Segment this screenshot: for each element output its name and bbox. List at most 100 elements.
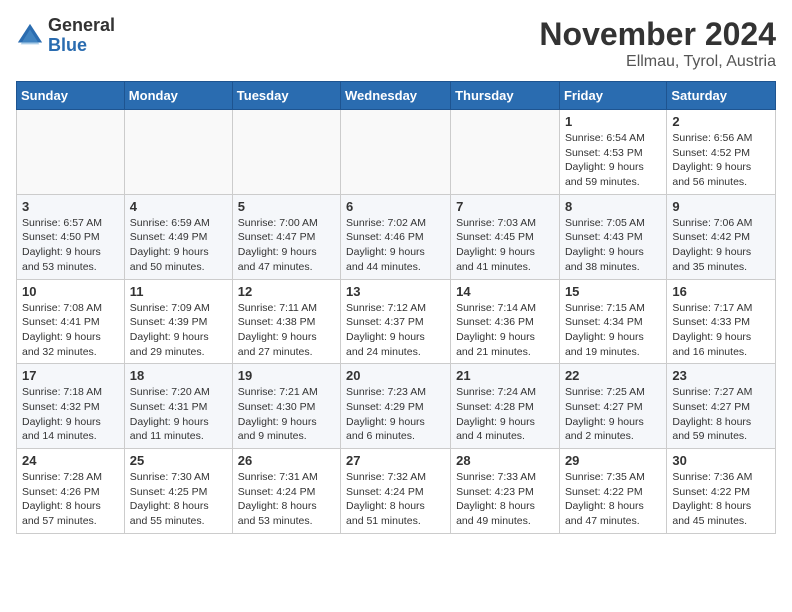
day-number: 29 <box>565 453 661 468</box>
logo-blue-text: Blue <box>48 36 115 56</box>
calendar-cell: 1 Sunrise: 6:54 AM Sunset: 4:53 PM Daylig… <box>559 110 666 195</box>
calendar-cell <box>124 110 232 195</box>
day-number: 16 <box>672 284 770 299</box>
logo: General Blue <box>16 16 115 56</box>
day-detail: Sunrise: 7:31 AM Sunset: 4:24 PM Dayligh… <box>238 470 335 529</box>
calendar-cell: 11Sunrise: 7:09 AM Sunset: 4:39 PM Dayli… <box>124 279 232 364</box>
calendar-cell: 29 Sunrise: 7:35 AM Sunset: 4:22 PM Dayli… <box>559 449 666 534</box>
calendar-cell: 3 Sunrise: 6:57 AM Sunset: 4:50 PM Daylig… <box>17 194 125 279</box>
day-detail: Sunrise: 7:20 AM Sunset: 4:31 PM Dayligh… <box>130 385 227 444</box>
calendar-cell: 26 Sunrise: 7:31 AM Sunset: 4:24 PM Dayli… <box>232 449 340 534</box>
calendar-cell: 24 Sunrise: 7:28 AM Sunset: 4:26 PM Dayli… <box>17 449 125 534</box>
weekday-header: Thursday <box>451 82 560 110</box>
day-number: 27 <box>346 453 445 468</box>
weekday-header: Monday <box>124 82 232 110</box>
day-number: 3 <box>22 199 119 214</box>
day-detail: Sunrise: 6:57 AM Sunset: 4:50 PM Dayligh… <box>22 216 119 275</box>
day-detail: Sunrise: 7:14 AM Sunset: 4:36 PM Dayligh… <box>456 301 554 360</box>
calendar-cell: 12 Sunrise: 7:11 AM Sunset: 4:38 PM Dayli… <box>232 279 340 364</box>
day-detail: Sunrise: 7:33 AM Sunset: 4:23 PM Dayligh… <box>456 470 554 529</box>
calendar-cell: 22Sunrise: 7:25 AM Sunset: 4:27 PM Dayli… <box>559 364 666 449</box>
calendar-cell <box>341 110 451 195</box>
day-number: 19 <box>238 368 335 383</box>
day-detail: Sunrise: 7:21 AM Sunset: 4:30 PM Dayligh… <box>238 385 335 444</box>
calendar-week-row: 1 Sunrise: 6:54 AM Sunset: 4:53 PM Daylig… <box>17 110 776 195</box>
day-number: 7 <box>456 199 554 214</box>
day-detail: Sunrise: 7:00 AM Sunset: 4:47 PM Dayligh… <box>238 216 335 275</box>
calendar-cell <box>232 110 340 195</box>
title-block: November 2024 Ellmau, Tyrol, Austria <box>539 16 776 71</box>
day-detail: Sunrise: 7:24 AM Sunset: 4:28 PM Dayligh… <box>456 385 554 444</box>
logo-icon <box>16 22 44 50</box>
day-number: 23 <box>672 368 770 383</box>
day-number: 13 <box>346 284 445 299</box>
day-detail: Sunrise: 6:59 AM Sunset: 4:49 PM Dayligh… <box>130 216 227 275</box>
day-detail: Sunrise: 7:36 AM Sunset: 4:22 PM Dayligh… <box>672 470 770 529</box>
day-detail: Sunrise: 7:06 AM Sunset: 4:42 PM Dayligh… <box>672 216 770 275</box>
day-number: 25 <box>130 453 227 468</box>
day-detail: Sunrise: 7:28 AM Sunset: 4:26 PM Dayligh… <box>22 470 119 529</box>
day-detail: Sunrise: 7:11 AM Sunset: 4:38 PM Dayligh… <box>238 301 335 360</box>
calendar-table: SundayMondayTuesdayWednesdayThursdayFrid… <box>16 81 776 534</box>
weekday-header: Wednesday <box>341 82 451 110</box>
calendar-week-row: 24 Sunrise: 7:28 AM Sunset: 4:26 PM Dayli… <box>17 449 776 534</box>
day-detail: Sunrise: 7:09 AM Sunset: 4:39 PM Dayligh… <box>130 301 227 360</box>
day-number: 12 <box>238 284 335 299</box>
day-detail: Sunrise: 7:02 AM Sunset: 4:46 PM Dayligh… <box>346 216 445 275</box>
day-detail: Sunrise: 7:12 AM Sunset: 4:37 PM Dayligh… <box>346 301 445 360</box>
day-number: 6 <box>346 199 445 214</box>
day-number: 14 <box>456 284 554 299</box>
day-number: 5 <box>238 199 335 214</box>
day-detail: Sunrise: 7:17 AM Sunset: 4:33 PM Dayligh… <box>672 301 770 360</box>
calendar-cell: 2Sunrise: 6:56 AM Sunset: 4:52 PM Daylig… <box>667 110 776 195</box>
day-detail: Sunrise: 6:54 AM Sunset: 4:53 PM Dayligh… <box>565 131 661 190</box>
day-detail: Sunrise: 7:30 AM Sunset: 4:25 PM Dayligh… <box>130 470 227 529</box>
day-number: 20 <box>346 368 445 383</box>
calendar-cell: 9 Sunrise: 7:06 AM Sunset: 4:42 PM Daylig… <box>667 194 776 279</box>
calendar-header-row: SundayMondayTuesdayWednesdayThursdayFrid… <box>17 82 776 110</box>
day-detail: Sunrise: 7:23 AM Sunset: 4:29 PM Dayligh… <box>346 385 445 444</box>
calendar-cell: 15Sunrise: 7:15 AM Sunset: 4:34 PM Dayli… <box>559 279 666 364</box>
calendar-week-row: 10 Sunrise: 7:08 AM Sunset: 4:41 PM Dayli… <box>17 279 776 364</box>
calendar-cell: 4 Sunrise: 6:59 AM Sunset: 4:49 PM Daylig… <box>124 194 232 279</box>
day-number: 30 <box>672 453 770 468</box>
day-detail: Sunrise: 7:05 AM Sunset: 4:43 PM Dayligh… <box>565 216 661 275</box>
calendar-cell: 25 Sunrise: 7:30 AM Sunset: 4:25 PM Dayli… <box>124 449 232 534</box>
month-title: November 2024 <box>539 16 776 53</box>
calendar-cell: 5 Sunrise: 7:00 AM Sunset: 4:47 PM Daylig… <box>232 194 340 279</box>
day-number: 18 <box>130 368 227 383</box>
day-detail: Sunrise: 7:08 AM Sunset: 4:41 PM Dayligh… <box>22 301 119 360</box>
day-detail: Sunrise: 7:35 AM Sunset: 4:22 PM Dayligh… <box>565 470 661 529</box>
calendar-cell: 14 Sunrise: 7:14 AM Sunset: 4:36 PM Dayli… <box>451 279 560 364</box>
calendar-cell <box>451 110 560 195</box>
weekday-header: Tuesday <box>232 82 340 110</box>
calendar-cell: 30 Sunrise: 7:36 AM Sunset: 4:22 PM Dayli… <box>667 449 776 534</box>
day-number: 17 <box>22 368 119 383</box>
calendar-cell: 18 Sunrise: 7:20 AM Sunset: 4:31 PM Dayli… <box>124 364 232 449</box>
calendar-cell: 20 Sunrise: 7:23 AM Sunset: 4:29 PM Dayli… <box>341 364 451 449</box>
calendar-week-row: 3 Sunrise: 6:57 AM Sunset: 4:50 PM Daylig… <box>17 194 776 279</box>
calendar-cell: 17 Sunrise: 7:18 AM Sunset: 4:32 PM Dayli… <box>17 364 125 449</box>
day-number: 1 <box>565 114 661 129</box>
day-number: 8 <box>565 199 661 214</box>
day-number: 9 <box>672 199 770 214</box>
day-number: 4 <box>130 199 227 214</box>
weekday-header: Sunday <box>17 82 125 110</box>
day-detail: Sunrise: 7:18 AM Sunset: 4:32 PM Dayligh… <box>22 385 119 444</box>
day-number: 21 <box>456 368 554 383</box>
calendar-cell: 27Sunrise: 7:32 AM Sunset: 4:24 PM Dayli… <box>341 449 451 534</box>
calendar-cell <box>17 110 125 195</box>
day-number: 24 <box>22 453 119 468</box>
logo-text: General Blue <box>48 16 115 56</box>
day-detail: Sunrise: 6:56 AM Sunset: 4:52 PM Dayligh… <box>672 131 770 190</box>
day-number: 26 <box>238 453 335 468</box>
calendar-cell: 8 Sunrise: 7:05 AM Sunset: 4:43 PM Daylig… <box>559 194 666 279</box>
logo-general-text: General <box>48 16 115 36</box>
day-detail: Sunrise: 7:15 AM Sunset: 4:34 PM Dayligh… <box>565 301 661 360</box>
calendar-cell: 19 Sunrise: 7:21 AM Sunset: 4:30 PM Dayli… <box>232 364 340 449</box>
day-number: 10 <box>22 284 119 299</box>
calendar-cell: 16 Sunrise: 7:17 AM Sunset: 4:33 PM Dayli… <box>667 279 776 364</box>
day-detail: Sunrise: 7:27 AM Sunset: 4:27 PM Dayligh… <box>672 385 770 444</box>
location-title: Ellmau, Tyrol, Austria <box>539 53 776 71</box>
weekday-header: Saturday <box>667 82 776 110</box>
